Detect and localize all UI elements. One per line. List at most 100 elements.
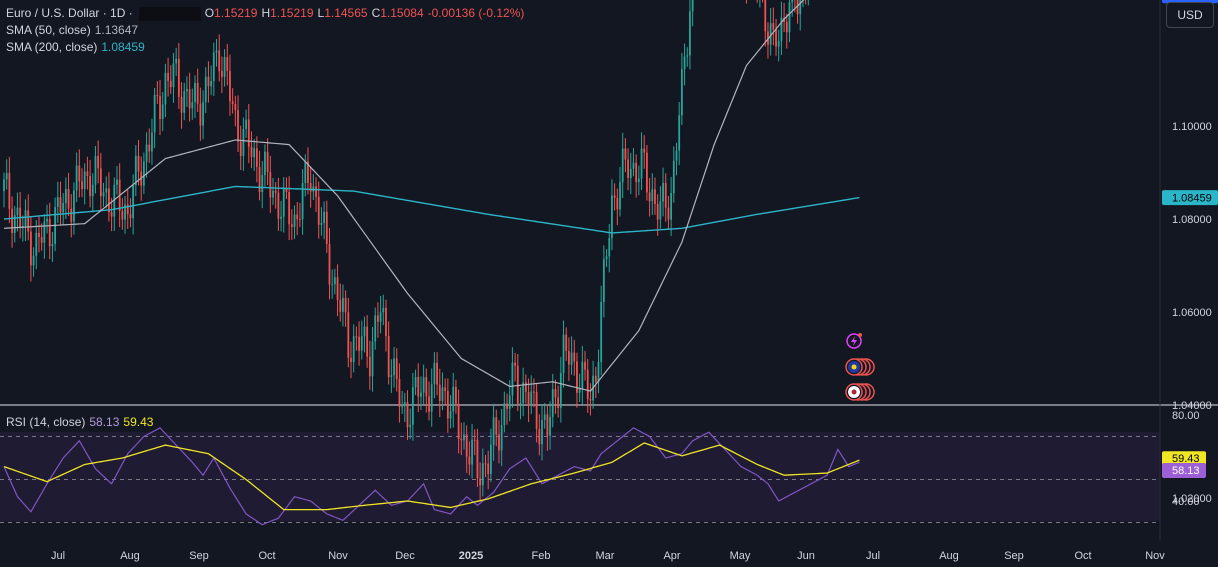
candle-body bbox=[277, 192, 280, 219]
candle-body bbox=[196, 82, 199, 104]
legend-ohlc: Euro / U.S. Dollar · 1D · O1.15219 H1.1521… bbox=[6, 6, 528, 21]
rsi-value-label: 58.13 bbox=[1172, 465, 1200, 477]
candle-body bbox=[686, 55, 689, 57]
candle-body bbox=[764, 0, 767, 32]
candle-body bbox=[202, 102, 204, 126]
candle-body bbox=[409, 424, 412, 428]
candle-body bbox=[350, 357, 352, 362]
candle-body bbox=[377, 315, 379, 322]
candle-body bbox=[385, 307, 387, 336]
legend-rsi[interactable]: RSI (14, close) 58.13 59.43 bbox=[6, 415, 157, 429]
candle-body bbox=[264, 151, 266, 176]
candle-body bbox=[229, 70, 231, 102]
candle-body bbox=[3, 179, 5, 192]
candle-body bbox=[274, 190, 277, 193]
candle-body bbox=[506, 403, 508, 409]
candle-body bbox=[11, 208, 13, 233]
candle-body bbox=[446, 390, 449, 419]
candle-body bbox=[613, 195, 616, 198]
candle-body bbox=[670, 193, 673, 220]
time-tick-label: Oct bbox=[1074, 550, 1091, 562]
candle-body bbox=[398, 379, 401, 407]
candle-body bbox=[436, 362, 438, 385]
chart-canvas[interactable]: 1.100001.080001.060001.040001.0200080.00… bbox=[0, 0, 1218, 567]
candle-body bbox=[328, 243, 331, 285]
candle-body bbox=[296, 214, 299, 220]
candle-body bbox=[659, 201, 662, 220]
candle-body bbox=[186, 89, 188, 92]
candle-body bbox=[775, 29, 777, 47]
candle-body bbox=[56, 197, 59, 208]
candle-body bbox=[559, 373, 562, 409]
legend-sma200[interactable]: SMA (200, close) 1.08459 bbox=[6, 40, 149, 54]
candle-body bbox=[5, 173, 8, 180]
candle-body bbox=[538, 428, 541, 445]
candle-body bbox=[662, 183, 664, 202]
candle-body bbox=[293, 214, 296, 228]
sma200-value: 1.08459 bbox=[101, 40, 145, 54]
rsi-tick-label: 80.00 bbox=[1172, 410, 1200, 422]
open-label: O bbox=[204, 6, 215, 20]
open-value: 1.15219 bbox=[214, 6, 258, 20]
candle-body bbox=[791, 0, 794, 3]
time-tick-label: Sep bbox=[189, 550, 209, 562]
candle-body bbox=[234, 103, 237, 111]
candle-body bbox=[562, 334, 565, 374]
candle-body bbox=[331, 284, 334, 286]
candle-body bbox=[414, 376, 417, 388]
candle-body bbox=[460, 438, 463, 441]
candle-body bbox=[309, 182, 312, 192]
candle-body bbox=[172, 63, 175, 88]
candle-body bbox=[602, 259, 605, 302]
candle-body bbox=[785, 21, 788, 33]
candle-body bbox=[35, 232, 38, 256]
candle-body bbox=[368, 356, 371, 377]
candle-body bbox=[611, 195, 613, 239]
candle-body bbox=[8, 173, 11, 209]
candle-body bbox=[568, 351, 570, 365]
time-tick-label: Nov bbox=[1145, 550, 1165, 562]
candle-body bbox=[573, 352, 576, 362]
legend-sma50[interactable]: SMA (50, close) 1.13647 bbox=[6, 23, 142, 37]
candle-body bbox=[299, 219, 301, 221]
candle-body bbox=[137, 155, 140, 172]
candle-body bbox=[94, 156, 97, 185]
candle-body bbox=[535, 391, 538, 429]
candle-body bbox=[452, 386, 455, 412]
candle-body bbox=[220, 71, 223, 77]
candle-body bbox=[67, 188, 70, 209]
candle-body bbox=[121, 210, 124, 220]
candle-body bbox=[24, 210, 27, 226]
candle-body bbox=[30, 231, 32, 266]
candle-body bbox=[280, 216, 282, 219]
candle-body bbox=[175, 58, 178, 64]
candle-body bbox=[495, 417, 498, 435]
candle-body bbox=[245, 119, 247, 129]
candle-body bbox=[272, 190, 274, 198]
candle-body bbox=[320, 222, 323, 225]
candle-body bbox=[207, 76, 210, 87]
flag-detail bbox=[851, 389, 857, 395]
candle-body bbox=[70, 208, 73, 222]
candle-body bbox=[481, 463, 484, 486]
candle-body bbox=[425, 377, 428, 397]
candle-body bbox=[468, 456, 471, 465]
candle-body bbox=[465, 434, 468, 457]
time-tick-label: Feb bbox=[532, 550, 551, 562]
candle-body bbox=[237, 110, 239, 142]
candle-body bbox=[360, 336, 363, 351]
candle-body bbox=[48, 218, 51, 247]
sma50-label: SMA (50, close) bbox=[6, 23, 91, 37]
candle-body bbox=[239, 141, 242, 156]
candle-body bbox=[675, 150, 678, 161]
candle-body bbox=[619, 182, 621, 210]
candle-body bbox=[428, 396, 430, 412]
candle-body bbox=[689, 11, 691, 56]
currency-button[interactable]: USD bbox=[1166, 2, 1214, 28]
candle-body bbox=[664, 183, 667, 208]
candle-body bbox=[46, 218, 48, 222]
candle-body bbox=[772, 23, 775, 30]
candle-body bbox=[83, 171, 86, 190]
candle-body bbox=[145, 144, 148, 162]
candle-body bbox=[651, 189, 654, 202]
